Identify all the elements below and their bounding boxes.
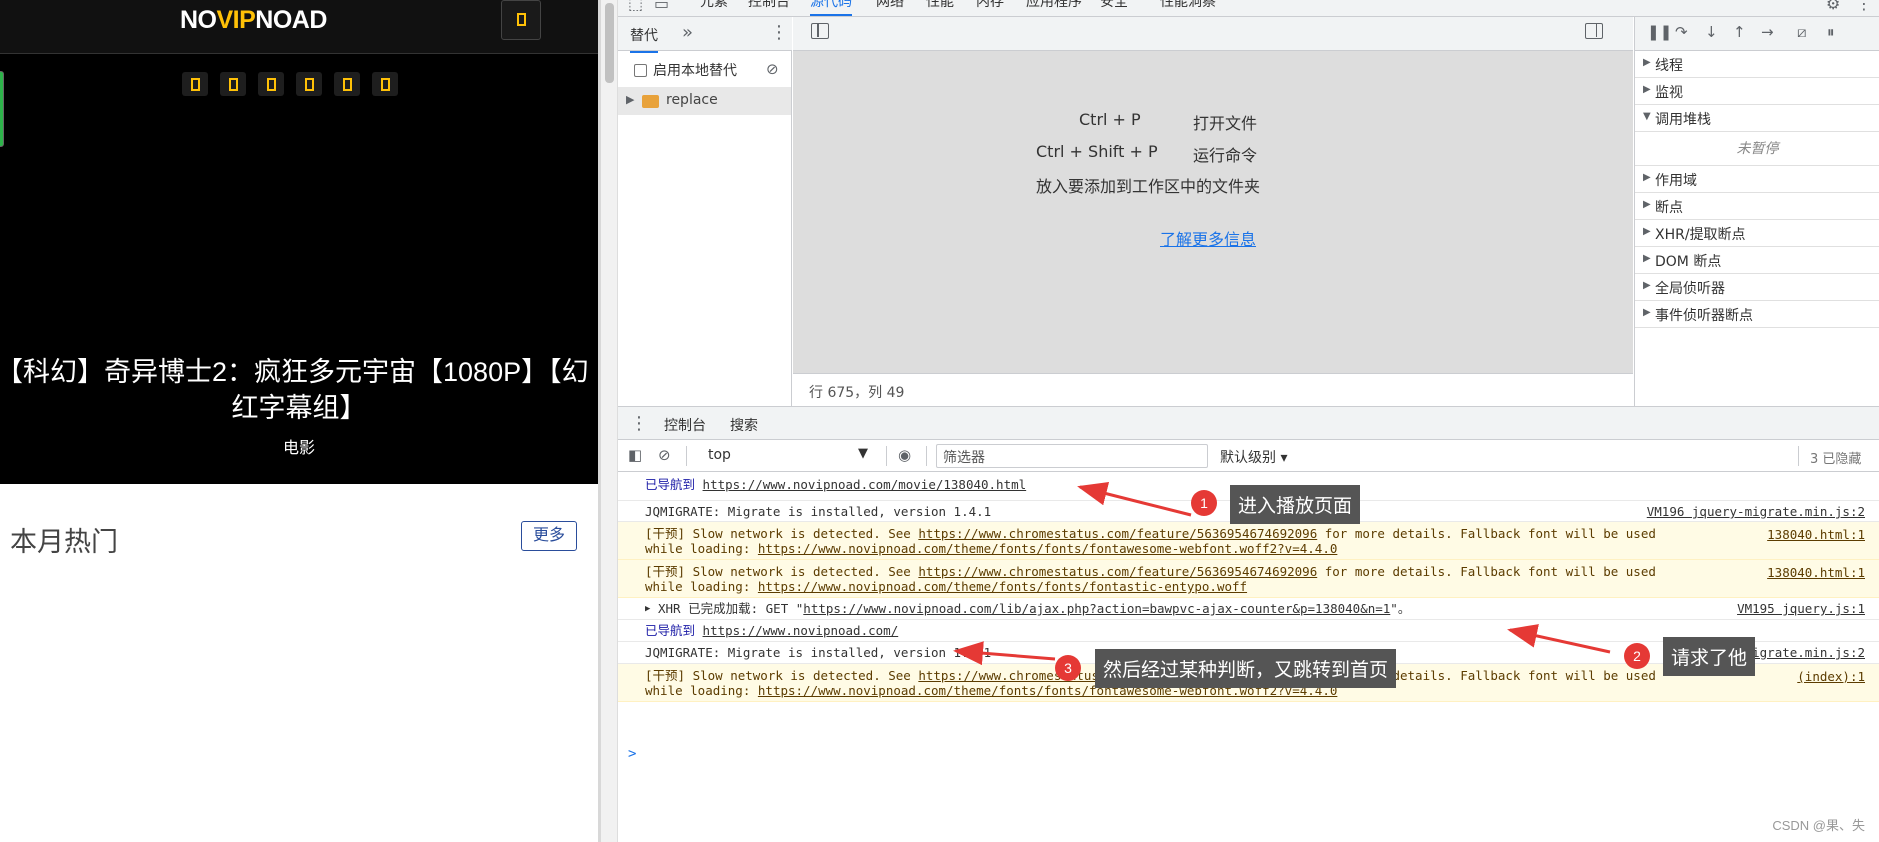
site-header: NOVIPNOAD — [0, 0, 598, 54]
annotation-arrow-3 — [953, 641, 1056, 666]
menu-icon — [517, 13, 526, 26]
missing-glyph-icon — [304, 77, 314, 91]
page-scrollbar[interactable] — [601, 0, 618, 842]
annotation-arrows — [953, 481, 1611, 666]
hero-title-line1: 【科幻】奇异博士2：疯狂多元宇宙【1080P】【幻 — [0, 357, 589, 387]
placeholder-icon[interactable] — [334, 72, 360, 96]
hero-title-line2: 红字幕组】 — [231, 393, 367, 423]
missing-glyph-icon — [266, 77, 276, 91]
site-logo[interactable]: NOVIPNOAD — [180, 6, 327, 35]
site-menu-button[interactable] — [501, 0, 541, 40]
website-viewport: NOVIPNOAD 【科幻】奇异博士2：疯狂多元宇宙【1080P】【幻 红字幕组… — [0, 0, 598, 842]
missing-glyph-icon — [342, 77, 352, 91]
devtools-panel: ⬚ ▭ 元素 控制台 源代码 网络 性能 内存 应用程序 安全 性能洞察 ⚙ ⋮… — [618, 0, 1879, 842]
annotation-badge-2: 2 — [1624, 643, 1650, 669]
annotation-badge-1: 1 — [1191, 490, 1217, 516]
annotation-arrow-2 — [1507, 624, 1611, 654]
annotation-callout-2: 请求了他 — [1663, 637, 1756, 676]
hero-category: 电影 — [282, 440, 315, 457]
missing-glyph-icon — [380, 77, 390, 91]
placeholder-icon[interactable] — [372, 72, 398, 96]
missing-glyph-icon — [228, 77, 238, 91]
placeholder-icon[interactable] — [296, 72, 322, 96]
placeholder-icon[interactable] — [220, 72, 246, 96]
hero-icon-row — [182, 72, 398, 96]
watermark: CSDN @果、失 — [1772, 818, 1865, 833]
hero-side-indicator — [0, 71, 4, 147]
section-title: 本月热门 — [10, 527, 118, 557]
annotation-callout-3: 然后经过某种判断，又跳转到首页 — [1095, 649, 1397, 688]
scrollbar-thumb[interactable] — [605, 3, 614, 83]
placeholder-icon[interactable] — [258, 72, 284, 96]
hero-title[interactable]: 【科幻】奇异博士2：疯狂多元宇宙【1080P】【幻 红字幕组】 — [0, 354, 598, 426]
annotation-badge-3: 3 — [1055, 655, 1081, 681]
more-button[interactable]: 更多 — [521, 521, 577, 551]
logo-text-suffix: NOAD — [255, 6, 327, 34]
annotation-callout-1: 进入播放页面 — [1230, 485, 1361, 524]
placeholder-icon[interactable] — [182, 72, 208, 96]
logo-text-accent: VIP — [216, 6, 256, 34]
annotation-arrow-1 — [1077, 481, 1192, 517]
logo-text-prefix: NO — [180, 6, 217, 34]
hero-banner[interactable]: 【科幻】奇异博士2：疯狂多元宇宙【1080P】【幻 红字幕组】 电影 — [0, 54, 598, 484]
missing-glyph-icon — [190, 77, 200, 91]
